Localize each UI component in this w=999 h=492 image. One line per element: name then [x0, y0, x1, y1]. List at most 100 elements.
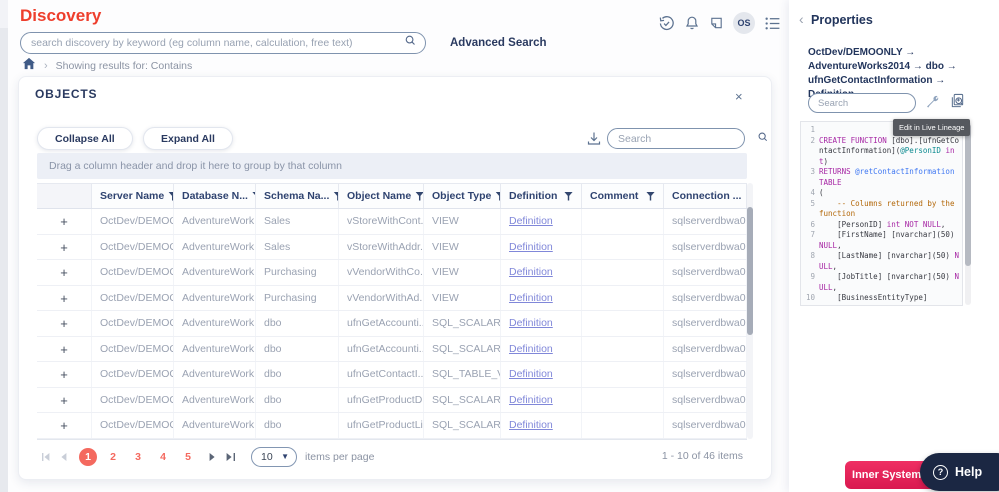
definition-link[interactable]: Definition [509, 394, 553, 406]
scrollbar-thumb[interactable] [747, 207, 753, 335]
group-by-dropzone[interactable]: Drag a column header and drop it here to… [37, 153, 747, 179]
table-row: +OctDev/DEMOO...AdventureWork...SalesvSt… [37, 235, 747, 261]
cell-definition: Definition [501, 311, 582, 336]
row-expand-button[interactable]: + [37, 337, 92, 362]
page-button-2[interactable]: 2 [104, 448, 122, 466]
collapse-all-button[interactable]: Collapse All [37, 127, 133, 150]
page-button-3[interactable]: 3 [129, 448, 147, 466]
table-vertical-scrollbar[interactable] [747, 183, 753, 439]
definition-code-viewer[interactable]: 12CREATE FUNCTION [dbo].[ufnGetContactIn… [800, 121, 963, 306]
row-expand-button[interactable]: + [37, 413, 92, 438]
column-header[interactable]: Comment [582, 184, 664, 208]
bell-icon[interactable] [684, 15, 700, 31]
column-header-label: Definition [509, 190, 557, 202]
search-icon[interactable] [404, 34, 417, 52]
definition-link[interactable]: Definition [509, 292, 553, 304]
table-search-input[interactable] [608, 133, 757, 145]
column-header[interactable]: Object Type [424, 184, 501, 208]
column-header[interactable]: Definition [501, 184, 582, 208]
page-button-5[interactable]: 5 [179, 448, 197, 466]
cell-object-type: SQL_SCALAR_F... [424, 311, 501, 336]
help-label: Help [955, 465, 982, 479]
definition-link[interactable]: Definition [509, 215, 553, 227]
cell-server-name: OctDev/DEMOO... [92, 235, 174, 260]
left-edge-scroll-strip[interactable] [0, 28, 8, 492]
line-number: 3 [801, 167, 819, 188]
row-expand-button[interactable]: + [37, 235, 92, 260]
first-page-button[interactable] [37, 452, 55, 462]
page-title: Discovery [20, 6, 101, 26]
definition-link[interactable]: Definition [509, 241, 553, 253]
row-expand-button[interactable]: + [37, 362, 92, 387]
column-header[interactable]: Connection ... [664, 184, 747, 208]
definition-link[interactable]: Definition [509, 317, 553, 329]
page-size-value: 10 [261, 451, 273, 463]
cell-database-name: AdventureWork... [174, 388, 256, 413]
advanced-search-link[interactable]: Advanced Search [450, 37, 547, 49]
notes-icon[interactable] [709, 16, 724, 31]
expand-all-button[interactable]: Expand All [143, 127, 233, 150]
row-expand-button[interactable]: + [37, 311, 92, 336]
cell-object-name: ufnGetAccounti... [339, 311, 424, 336]
code-vertical-scrollbar[interactable] [965, 122, 971, 305]
column-header[interactable]: Database N... [174, 184, 256, 208]
code-search-field[interactable] [808, 93, 916, 113]
cell-definition: Definition [501, 413, 582, 438]
cell-object-type: SQL_SCALAR_F... [424, 337, 501, 362]
cell-server-name: OctDev/DEMOO... [92, 413, 174, 438]
back-chevron-icon[interactable]: ‹ [799, 11, 804, 27]
discovery-search-input[interactable] [21, 37, 404, 49]
page-button-1[interactable]: 1 [79, 448, 97, 466]
cell-definition: Definition [501, 260, 582, 285]
code-line: 3RETURNS @retContactInformation TABLE [801, 167, 960, 188]
definition-link[interactable]: Definition [509, 343, 553, 355]
help-button[interactable]: ? Help [920, 453, 999, 491]
table-row: +OctDev/DEMOO...AdventureWork...dboufnGe… [37, 388, 747, 414]
filter-funnel-icon[interactable] [646, 192, 655, 201]
column-header[interactable]: Object Name [339, 184, 424, 208]
avatar[interactable]: OS [733, 12, 755, 34]
code-text: [PersonID] int NOT NULL, [819, 220, 960, 231]
code-line: 6 [PersonID] int NOT NULL, [801, 220, 960, 231]
column-header-label: Database N... [182, 190, 248, 202]
list-icon[interactable] [764, 15, 781, 32]
scrollbar-thumb[interactable] [965, 124, 971, 266]
definition-link[interactable]: Definition [509, 266, 553, 278]
page-button-4[interactable]: 4 [154, 448, 172, 466]
edit-lineage-wrench-icon[interactable] [925, 95, 940, 115]
cell-comment [582, 388, 664, 413]
properties-breadcrumb-line: OctDev/DEMOONLY → [808, 46, 984, 60]
items-per-page-label: items per page [305, 451, 374, 463]
cell-schema-name: dbo [256, 388, 339, 413]
chevron-right-icon: › [44, 60, 48, 72]
next-page-button[interactable] [203, 452, 221, 462]
row-expand-button[interactable]: + [37, 209, 92, 234]
column-header[interactable]: Schema Na... [256, 184, 339, 208]
filter-funnel-icon[interactable] [415, 192, 424, 201]
history-check-icon[interactable] [658, 15, 675, 32]
row-expand-button[interactable]: + [37, 286, 92, 311]
column-header[interactable]: Server Name [92, 184, 174, 208]
filter-funnel-icon[interactable] [564, 192, 573, 201]
table-search-field[interactable] [607, 128, 745, 149]
definition-link[interactable]: Definition [509, 368, 553, 380]
search-icon[interactable] [757, 130, 769, 148]
discovery-search-field[interactable] [20, 32, 426, 54]
download-icon[interactable] [586, 131, 602, 152]
cell-database-name: AdventureWork... [174, 311, 256, 336]
last-page-button[interactable] [221, 452, 239, 462]
page-size-select[interactable]: 10 ▼ [251, 447, 297, 467]
prev-page-button[interactable] [55, 452, 73, 462]
cell-schema-name: Purchasing [256, 286, 339, 311]
cell-server-name: OctDev/DEMOO... [92, 362, 174, 387]
cell-object-type: SQL_SCALAR_F... [424, 388, 501, 413]
code-line: 5 -- Columns returned by the function [801, 199, 960, 220]
objects-close-icon[interactable]: × [735, 89, 743, 104]
copy-document-icon[interactable] [950, 93, 965, 114]
cell-object-name: vStoreWithCont... [339, 209, 424, 234]
row-expand-button[interactable]: + [37, 260, 92, 285]
home-icon[interactable] [22, 57, 36, 75]
cell-connection: sqlserverdbwa0... [664, 260, 747, 285]
definition-link[interactable]: Definition [509, 419, 553, 431]
row-expand-button[interactable]: + [37, 388, 92, 413]
